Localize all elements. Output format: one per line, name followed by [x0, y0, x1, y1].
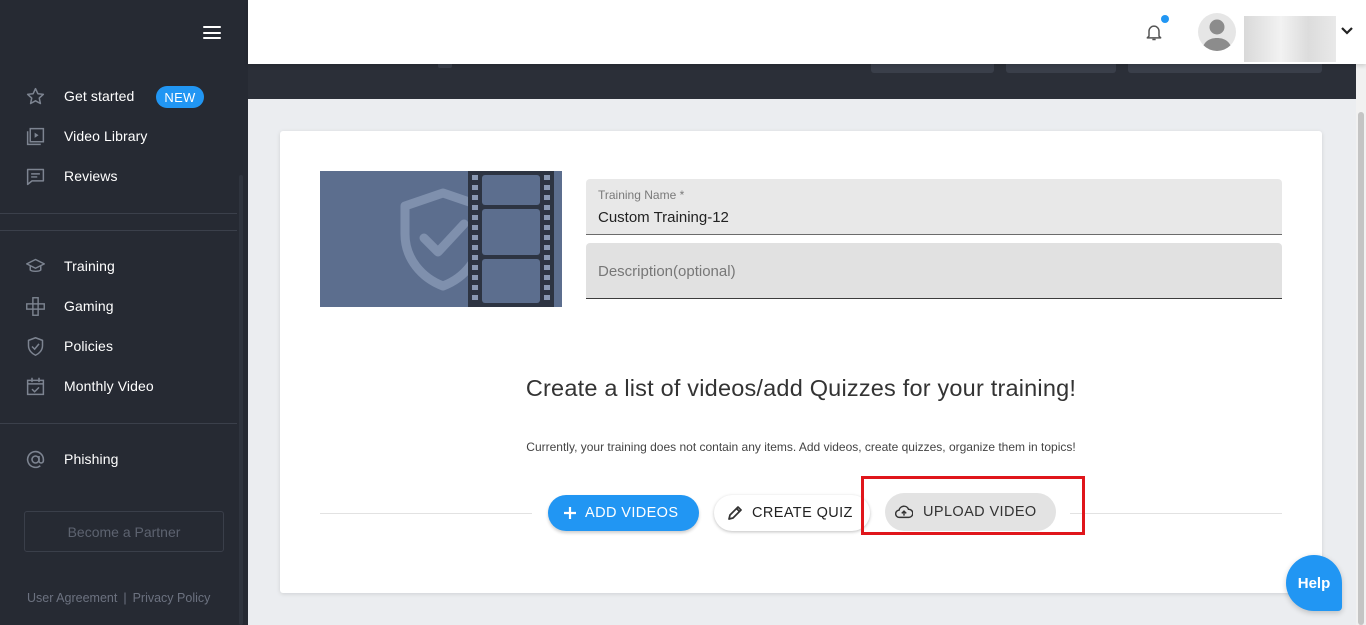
sidebar-item-training[interactable]: Training [0, 248, 237, 284]
create-quiz-label: CREATE QUIZ [752, 505, 853, 521]
upload-video-label: UPLOAD VIDEO [923, 504, 1037, 520]
divider-line [320, 513, 532, 514]
training-editor-card: Training Name * Custom Training-12 Descr… [280, 131, 1322, 593]
empty-state-headline: Create a list of videos/add Quizzes for … [525, 375, 1077, 401]
toolbar-button[interactable] [1006, 64, 1116, 73]
star-icon [26, 87, 45, 105]
add-videos-label: ADD VIDEOS [585, 505, 679, 521]
new-badge: NEW [156, 86, 204, 108]
user-avatar-icon[interactable] [1198, 13, 1236, 51]
training-name-value[interactable]: Custom Training-12 [598, 209, 729, 226]
sidebar-item-label: Monthly Video [64, 378, 154, 394]
at-sign-icon [26, 450, 45, 469]
sidebar-item-gaming[interactable]: Gaming [0, 288, 237, 324]
sidebar-item-video-library[interactable]: Video Library [0, 118, 237, 154]
training-thumbnail[interactable] [320, 171, 562, 307]
chevron-down-icon[interactable] [1340, 26, 1354, 36]
sidebar-item-reviews[interactable]: Reviews [0, 158, 237, 194]
training-name-field[interactable]: Training Name * Custom Training-12 [586, 179, 1282, 235]
sidebar-item-label: Gaming [64, 298, 114, 314]
sidebar-item-policies[interactable]: Policies [0, 328, 237, 364]
bell-icon[interactable] [1144, 21, 1164, 43]
page-scrollbar[interactable] [1356, 64, 1366, 625]
empty-state-subtext: Currently, your training does not contai… [526, 440, 1076, 454]
upload-video-button[interactable]: UPLOAD VIDEO [885, 493, 1056, 531]
video-library-icon [26, 127, 45, 146]
divider-line [1070, 513, 1282, 514]
become-partner-button[interactable]: Become a Partner [24, 511, 224, 552]
page-header-band [248, 64, 1356, 99]
help-button[interactable]: Help [1286, 555, 1342, 611]
sidebar-item-label: Phishing [64, 451, 119, 467]
description-placeholder[interactable]: Description(optional) [598, 263, 736, 280]
notification-dot [1161, 15, 1169, 23]
shield-film-icon [400, 171, 554, 307]
cloud-upload-icon [895, 505, 913, 519]
sidebar-item-phishing[interactable]: Phishing [0, 441, 237, 477]
plus-icon [564, 507, 576, 519]
page-title-remnant [438, 64, 452, 68]
description-field[interactable]: Description(optional) [586, 243, 1282, 299]
sidebar-item-label: Policies [64, 338, 114, 354]
sidebar-item-label: Training [64, 258, 115, 274]
create-quiz-button[interactable]: CREATE QUIZ [714, 495, 870, 531]
gamepad-icon [26, 297, 45, 316]
calendar-check-icon [26, 377, 45, 396]
training-name-label: Training Name * [598, 188, 685, 202]
graduation-cap-icon [26, 258, 45, 273]
privacy-policy-link[interactable]: Privacy Policy [133, 591, 211, 605]
footer-separator: | [123, 591, 127, 605]
sidebar-footer: User Agreement | Privacy Policy [27, 591, 210, 605]
sidebar-scrollbar[interactable] [239, 175, 243, 625]
sidebar-item-label: Reviews [64, 168, 118, 184]
hamburger-menu-icon[interactable] [203, 26, 221, 39]
sidebar-item-label: Get started [64, 88, 135, 104]
sidebar-item-label: Video Library [64, 128, 148, 144]
sidebar-divider [0, 423, 237, 424]
add-videos-button[interactable]: ADD VIDEOS [548, 495, 699, 531]
top-header [248, 0, 1366, 64]
sidebar-item-monthly-video[interactable]: Monthly Video [0, 368, 237, 404]
shield-check-icon [27, 337, 44, 356]
comment-icon [26, 168, 45, 186]
pencil-icon [728, 506, 742, 520]
user-name[interactable] [1244, 16, 1336, 62]
sidebar-divider [0, 213, 237, 214]
page-scrollbar-thumb[interactable] [1358, 112, 1364, 625]
sidebar-divider [0, 230, 237, 231]
toolbar-button[interactable] [871, 64, 994, 73]
sidebar: Get started NEW Video Library Reviews Tr… [0, 0, 248, 625]
toolbar-button[interactable] [1128, 64, 1322, 73]
user-agreement-link[interactable]: User Agreement [27, 591, 117, 605]
